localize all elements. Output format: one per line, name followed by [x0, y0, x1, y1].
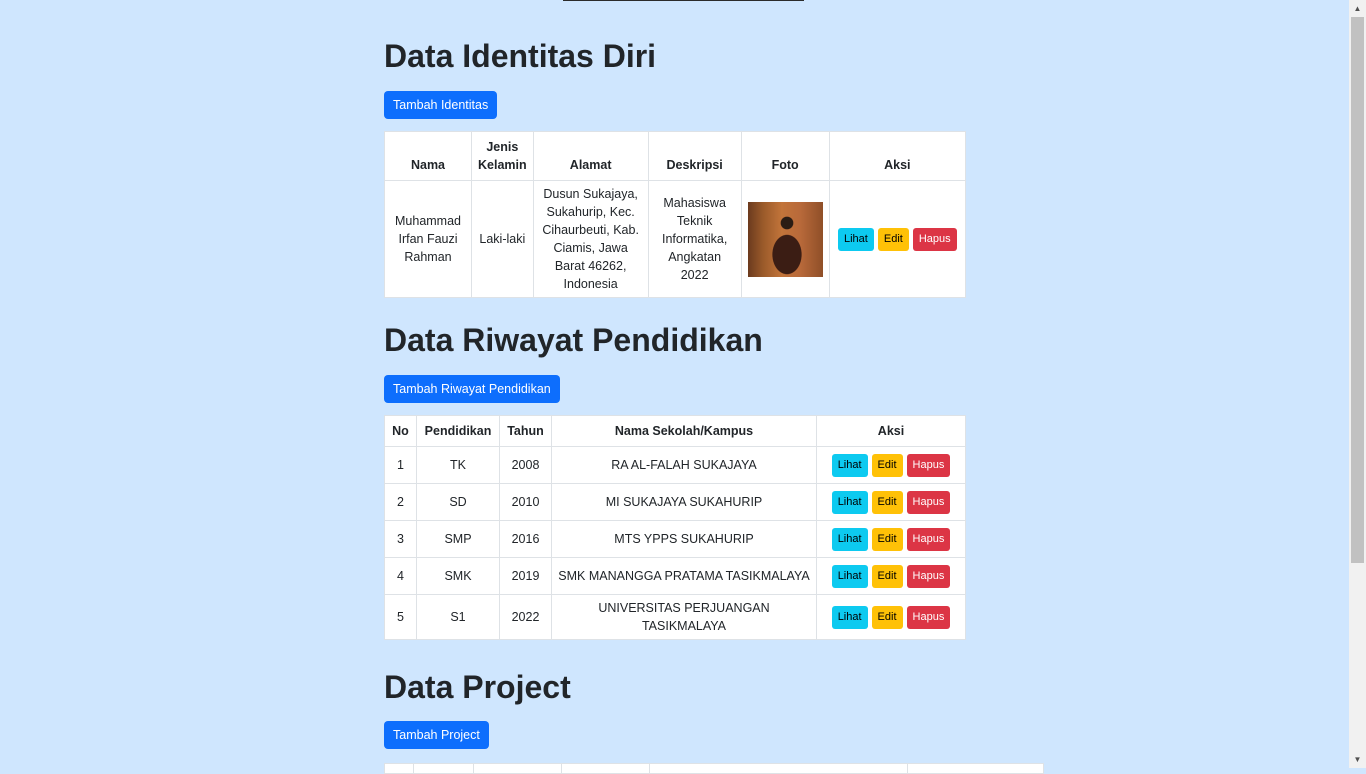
cell-foto [740, 180, 830, 298]
cell-aksi: Lihat Edit Hapus [816, 557, 966, 595]
cell-aksi: Lihat Edit Hapus [816, 520, 966, 558]
view-button[interactable]: Lihat [831, 527, 868, 551]
pendidikan-table: No Pendidikan Tahun Nama Sekolah/Kampus … [384, 415, 966, 640]
delete-button[interactable]: Hapus [912, 227, 957, 251]
profile-photo [747, 201, 823, 277]
edit-button[interactable]: Edit [871, 490, 903, 514]
cell-nama-sekolah: RA AL-FALAH SUKAJAYA [551, 446, 817, 484]
cell-deskripsi: Mahasiswa Teknik Informatika, Angkatan 2… [647, 180, 742, 298]
edit-button[interactable]: Edit [871, 527, 903, 551]
identitas-title: Data Identitas Diri [384, 38, 657, 74]
add-pendidikan-button[interactable]: Tambah Riwayat Pendidikan [384, 375, 560, 403]
col-header-nama-sekolah: Nama Sekolah/Kampus [551, 415, 817, 447]
cell-tahun: 2022 [499, 594, 552, 640]
cell-no: 4 [384, 557, 417, 595]
table-header-row: Nama Jenis Kelamin Alamat Deskripsi Foto… [384, 131, 967, 181]
edit-button[interactable]: Edit [871, 605, 903, 629]
cell-pendidikan: SMK [416, 557, 500, 595]
table-row: 4 SMK 2019 SMK MANANGGA PRATAMA TASIKMAL… [384, 557, 966, 595]
table-row: 1 TK 2008 RA AL-FALAH SUKAJAYA Lihat Edit… [384, 446, 966, 484]
cell-aksi: Lihat Edit Hapus [816, 594, 966, 640]
cell-aksi: Lihat Edit Hapus [828, 180, 967, 298]
top-edge-bar [563, 0, 804, 1]
view-button[interactable]: Lihat [831, 453, 868, 477]
project-table [384, 763, 1044, 774]
cell-nama: Muhammad Irfan Fauzi Rahman [384, 180, 472, 298]
vertical-scrollbar[interactable]: ▲ ▼ [1349, 0, 1366, 768]
scroll-down-arrow-icon[interactable]: ▼ [1349, 751, 1366, 768]
table-header-row [384, 763, 1044, 774]
view-button[interactable]: Lihat [831, 605, 868, 629]
table-header-row: No Pendidikan Tahun Nama Sekolah/Kampus … [384, 415, 966, 447]
view-button[interactable]: Lihat [831, 564, 868, 588]
cell-tahun: 2016 [499, 520, 552, 558]
cell-nama-sekolah: SMK MANANGGA PRATAMA TASIKMALAYA [551, 557, 817, 595]
delete-button[interactable]: Hapus [906, 564, 951, 588]
col-header-nama: Nama [384, 131, 472, 181]
cell-pendidikan: SD [416, 483, 500, 521]
cell-jenis-kelamin: Laki-laki [471, 180, 534, 298]
table-row: 3 SMP 2016 MTS YPPS SUKAHURIP Lihat Edit H… [384, 520, 966, 558]
view-button[interactable]: Lihat [838, 227, 874, 251]
col-header-jenis-kelamin: Jenis Kelamin [471, 131, 534, 181]
scroll-up-arrow-icon[interactable]: ▲ [1349, 0, 1366, 17]
delete-button[interactable]: Hapus [906, 490, 951, 514]
table-row: Muhammad Irfan Fauzi Rahman Laki-laki Du… [384, 180, 967, 298]
view-button[interactable]: Lihat [831, 490, 868, 514]
add-project-button[interactable]: Tambah Project [384, 721, 489, 749]
cell-tahun: 2010 [499, 483, 552, 521]
table-row: 2 SD 2010 MI SUKAJAYA SUKAHURIP Lihat Edi… [384, 483, 966, 521]
col-header-no: No [384, 415, 417, 447]
cell-no: 2 [384, 483, 417, 521]
cell-nama-sekolah: UNIVERSITAS PERJUANGAN TASIKMALAYA [551, 594, 817, 640]
cell-pendidikan: S1 [416, 594, 500, 640]
delete-button[interactable]: Hapus [906, 605, 951, 629]
cell-aksi: Lihat Edit Hapus [816, 483, 966, 521]
delete-button[interactable]: Hapus [906, 453, 951, 477]
cell-nama-sekolah: MI SUKAJAYA SUKAHURIP [551, 483, 817, 521]
delete-button[interactable]: Hapus [906, 527, 951, 551]
cell-no: 3 [384, 520, 417, 558]
col-header-aksi: Aksi [828, 131, 967, 181]
cell-tahun: 2019 [499, 557, 552, 595]
add-identitas-button[interactable]: Tambah Identitas [384, 91, 498, 119]
cell-pendidikan: TK [416, 446, 500, 484]
col-header-aksi: Aksi [816, 415, 966, 447]
cell-no: 1 [384, 446, 417, 484]
pendidikan-title: Data Riwayat Pendidikan [384, 322, 763, 358]
cell-tahun: 2008 [499, 446, 552, 484]
cell-aksi: Lihat Edit Hapus [816, 446, 966, 484]
col-header-deskripsi: Deskripsi [647, 131, 742, 181]
cell-alamat: Dusun Sukajaya, Sukahurip, Kec. Cihaurbe… [532, 180, 649, 298]
cell-nama-sekolah: MTS YPPS SUKAHURIP [551, 520, 817, 558]
table-row: 5 S1 2022 UNIVERSITAS PERJUANGAN TASIKMA… [384, 594, 966, 640]
col-header-tahun: Tahun [499, 415, 552, 447]
edit-button[interactable]: Edit [877, 227, 909, 251]
cell-pendidikan: SMP [416, 520, 500, 558]
identitas-table: Nama Jenis Kelamin Alamat Deskripsi Foto… [384, 131, 967, 298]
project-title: Data Project [384, 669, 571, 705]
col-header-foto: Foto [740, 131, 830, 181]
scrollbar-thumb[interactable] [1351, 17, 1364, 563]
edit-button[interactable]: Edit [871, 453, 903, 477]
edit-button[interactable]: Edit [871, 564, 903, 588]
cell-no: 5 [384, 594, 417, 640]
col-header-alamat: Alamat [532, 131, 649, 181]
col-header-pendidikan: Pendidikan [416, 415, 500, 447]
